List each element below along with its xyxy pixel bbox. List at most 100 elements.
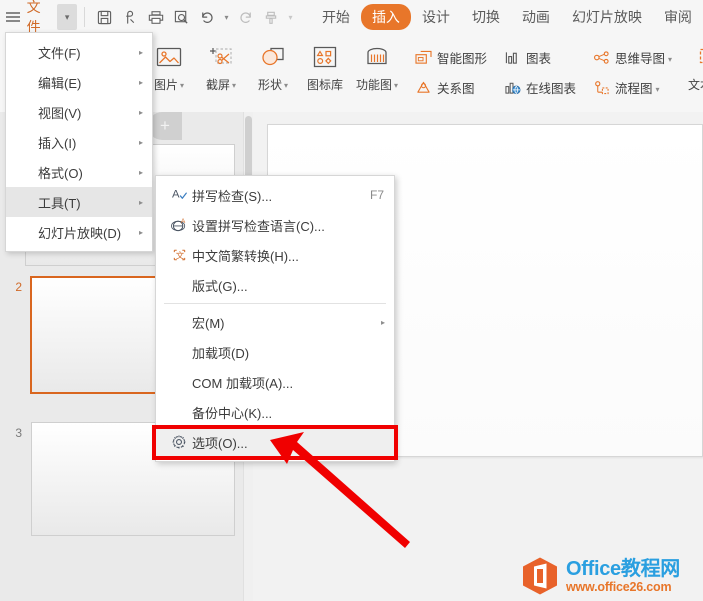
plus-icon: + (160, 116, 170, 135)
submenu-item-layout[interactable]: 版式(G)... (156, 270, 394, 300)
submenu-item-spell-language[interactable]: A 设置拼写检查语言(C)... (156, 210, 394, 240)
ribbon-functionchart-button[interactable]: 功能图 ▾ (351, 34, 403, 104)
submenu-item-macro[interactable]: 宏(M) ▸ (156, 307, 394, 337)
tab-insert[interactable]: 插入 (360, 4, 411, 30)
flowchart-icon (590, 80, 612, 95)
ribbon-functionchart-label: 功能图 ▾ (355, 78, 399, 92)
chevron-down-icon: ▾ (655, 84, 660, 94)
ribbon-onlinechart-button[interactable]: 在线图表 (496, 72, 581, 102)
tab-slideshow[interactable]: 幻灯片放映 (561, 4, 653, 30)
chevron-down-icon: ▾ (394, 81, 399, 91)
spell-check-icon: A (166, 187, 192, 203)
svg-text:A: A (180, 218, 185, 225)
function-chart-icon (363, 40, 391, 74)
tab-transition[interactable]: 切换 (461, 4, 511, 30)
ribbon-textbox-button[interactable]: A 文本框▾ (683, 34, 703, 104)
chevron-right-icon: ▸ (380, 317, 385, 327)
svg-text:文: 文 (175, 250, 184, 260)
print-preview-icon[interactable] (169, 4, 195, 30)
submenu-item-backup-center[interactable]: 备份中心(K)... (156, 397, 394, 427)
menu-item-slideshow[interactable]: 幻灯片放映(D) ▸ (6, 217, 152, 247)
watermark-line1: Office教程网 (566, 557, 680, 580)
submenu-item-chinese-convert[interactable]: 文 中文简繁转换(H)... (156, 240, 394, 270)
chevron-right-icon: ▸ (138, 197, 143, 207)
tools-submenu[interactable]: A 拼写检查(S)... F7 A 设置拼写检查语言(C)... 文 中文简繁转… (155, 175, 395, 462)
menu-item-label: 插入(I) (38, 135, 77, 151)
tab-design[interactable]: 设计 (411, 4, 461, 30)
shapes-icon (259, 40, 287, 74)
submenu-item-label: 加载项(D) (192, 345, 250, 361)
divider (83, 7, 85, 27)
tab-review[interactable]: 审阅 (653, 4, 703, 30)
submenu-item-com-addins[interactable]: COM 加载项(A)... (156, 367, 394, 397)
menu-item-format[interactable]: 格式(O) ▸ (6, 157, 152, 187)
submenu-item-label: 选项(O)... (192, 435, 248, 451)
chevron-right-icon: ▸ (138, 77, 143, 87)
format-painter-icon[interactable] (259, 4, 285, 30)
undo-chevron-down-icon[interactable]: ▾ (220, 4, 233, 30)
submenu-item-addins[interactable]: 加载项(D) (156, 337, 394, 367)
add-slide-button[interactable]: + (148, 112, 182, 140)
print-direct-icon[interactable] (118, 4, 144, 30)
menu-item-label: 文件(F) (38, 45, 81, 61)
menu-item-label: 工具(T) (38, 195, 81, 211)
submenu-item-label: 备份中心(K)... (192, 405, 273, 421)
tab-animation[interactable]: 动画 (511, 4, 561, 30)
menu-item-label: 编辑(E) (38, 75, 82, 91)
ribbon-group-text: A 文本框▾ (677, 34, 703, 112)
mind-map-icon (590, 50, 612, 65)
redo-icon[interactable] (233, 4, 259, 30)
ribbon-shapes-button[interactable]: 形状 ▾ (247, 34, 299, 104)
ribbon-iconlibrary-button[interactable]: 图标库 (299, 34, 351, 104)
submenu-item-label: 宏(M) (192, 315, 225, 331)
hamburger-icon[interactable] (0, 4, 26, 30)
ribbon-smartart-button[interactable]: 智能图形 (407, 42, 492, 72)
undo-icon[interactable] (194, 4, 220, 30)
chevron-down-icon[interactable]: ▾ (57, 4, 77, 30)
ribbon-flowchart-label: 流程图 ▾ (615, 81, 660, 96)
submenu-item-label: COM 加载项(A)... (192, 375, 294, 391)
spell-language-icon: A (166, 217, 192, 233)
gear-icon (166, 434, 192, 450)
submenu-item-options[interactable]: 选项(O)... (156, 427, 394, 457)
screenshot-scissors-icon (207, 40, 235, 74)
submenu-item-label: 版式(G)... (192, 278, 248, 294)
ribbon-chart-label: 图表 (526, 51, 552, 66)
chevron-right-icon: ▸ (138, 47, 143, 57)
relationship-diagram-icon (412, 80, 434, 95)
ribbon-group-mindmap: 思维导图 ▾ 流程图 ▾ (581, 34, 677, 104)
print-icon[interactable] (143, 4, 169, 30)
ribbon-relationship-label: 关系图 (437, 81, 475, 96)
chevron-down-icon: ▾ (668, 54, 673, 64)
ribbon-tabs: 开始 插入 设计 切换 动画 幻灯片放映 审阅 (311, 4, 703, 30)
file-dropdown-menu[interactable]: 文件(F) ▸ 编辑(E) ▸ 视图(V) ▸ 插入(I) ▸ 格式(O) ▸ … (5, 32, 153, 252)
quick-access-toolbar: 文件 ▾ ▾ ▾ 开始 插入 设计 切换 动画 幻灯片放映 审阅 (0, 0, 703, 35)
ribbon-picture-label: 图片 ▾ (153, 78, 185, 92)
office-hex-logo-icon (520, 556, 560, 596)
menu-item-label: 格式(O) (38, 165, 83, 181)
menu-item-file[interactable]: 文件(F) ▸ (6, 37, 152, 67)
customize-chevron-down-icon[interactable]: ▾ (284, 4, 297, 30)
ribbon-flowchart-button[interactable]: 流程图 ▾ (585, 72, 677, 102)
menu-item-tools[interactable]: 工具(T) ▸ (6, 187, 152, 217)
chevron-right-icon: ▸ (138, 107, 143, 117)
watermark-line2: www.office26.com (566, 579, 672, 594)
tab-start[interactable]: 开始 (311, 4, 361, 30)
chevron-down-icon: ▾ (232, 81, 237, 91)
ribbon-mindmap-label: 思维导图 ▾ (615, 51, 673, 66)
menu-item-view[interactable]: 视图(V) ▸ (6, 97, 152, 127)
ribbon-group-smartart: 智能图形 关系图 (403, 34, 492, 104)
menu-item-edit[interactable]: 编辑(E) ▸ (6, 67, 152, 97)
ribbon-screenshot-button[interactable]: 截屏 ▾ (195, 34, 247, 104)
menu-item-insert[interactable]: 插入(I) ▸ (6, 127, 152, 157)
smart-art-icon (412, 50, 434, 65)
chevron-down-icon: ▾ (180, 81, 185, 91)
submenu-item-label: 设置拼写检查语言(C)... (192, 218, 325, 234)
submenu-item-spell-check[interactable]: A 拼写检查(S)... F7 (156, 180, 394, 210)
save-icon[interactable] (92, 4, 118, 30)
picture-icon (155, 40, 183, 74)
ribbon-mindmap-button[interactable]: 思维导图 ▾ (585, 42, 677, 72)
ribbon-onlinechart-label: 在线图表 (526, 81, 577, 96)
ribbon-chart-button[interactable]: 图表 (496, 42, 581, 72)
ribbon-relationship-button[interactable]: 关系图 (407, 72, 492, 102)
